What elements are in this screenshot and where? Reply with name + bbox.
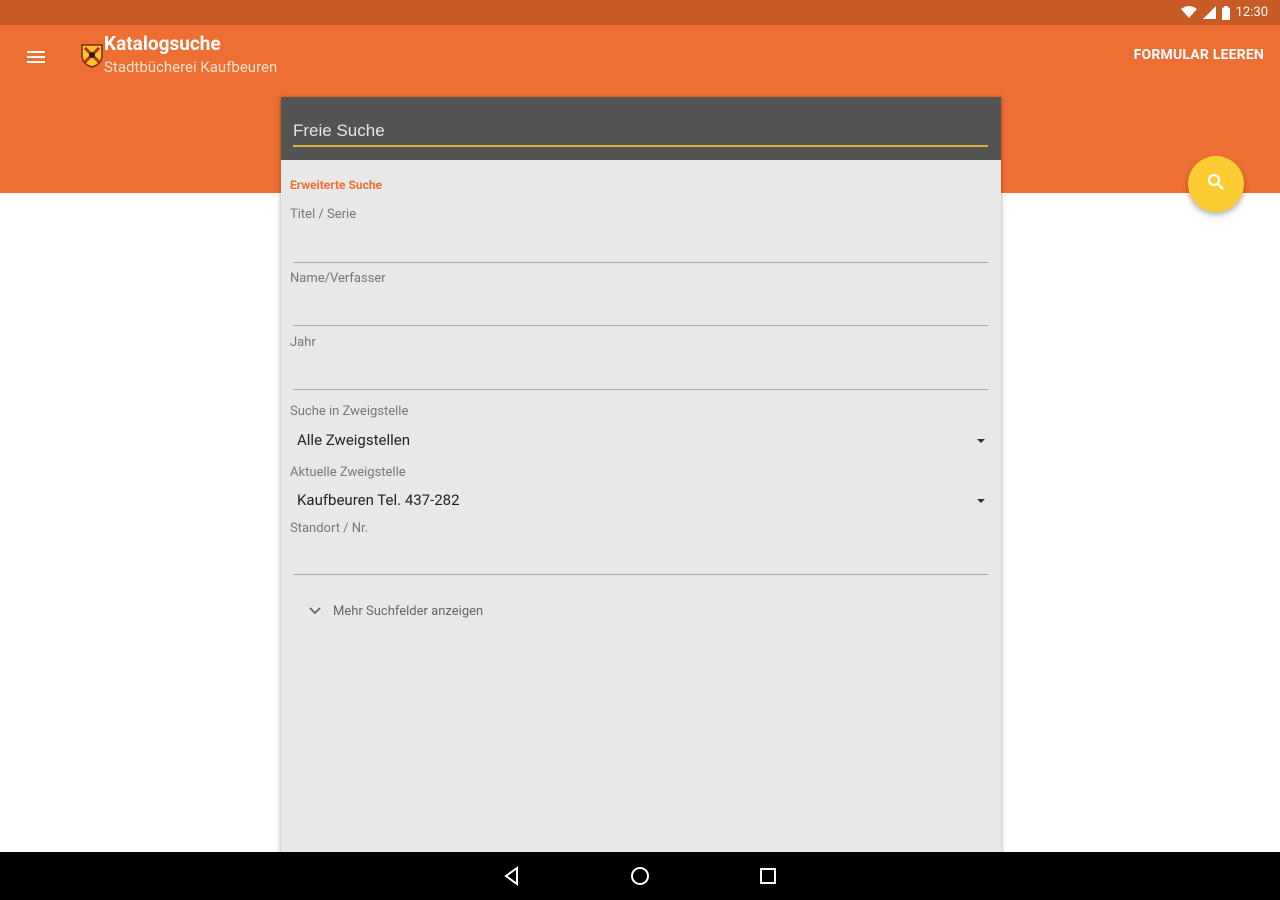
current-branch-select-value: Kaufbeuren Tel. 437-282 [297, 491, 460, 509]
back-icon[interactable] [500, 864, 524, 888]
search-button[interactable] [1188, 156, 1244, 212]
free-search-input[interactable] [293, 117, 988, 147]
title-series-label: Titel / Serie [290, 207, 357, 222]
dropdown-arrow-icon [977, 499, 985, 503]
current-branch-label: Aktuelle Zweigstelle [290, 465, 406, 480]
search-icon [1206, 172, 1226, 196]
battery-icon [1221, 5, 1230, 20]
chevron-down-icon [309, 604, 321, 619]
author-field[interactable] [293, 299, 988, 326]
home-icon[interactable] [628, 864, 652, 888]
app-title: Katalogsuche [104, 32, 221, 55]
cell-signal-icon [1202, 6, 1216, 19]
show-more-fields-button[interactable]: Mehr Suchfelder anzeigen [309, 599, 483, 623]
app-subtitle: Stadtbücherei Kaufbeuren [104, 58, 278, 76]
clear-form-button[interactable]: FORMULAR LEEREN [1134, 47, 1264, 63]
current-branch-select[interactable]: Kaufbeuren Tel. 437-282 [297, 488, 987, 514]
library-logo-icon [80, 42, 104, 68]
branch-select-value: Alle Zweigstellen [297, 431, 410, 449]
status-time: 12:30 [1235, 5, 1268, 20]
year-label: Jahr [290, 335, 316, 350]
dropdown-arrow-icon [977, 439, 985, 443]
branch-label: Suche in Zweigstelle [290, 404, 409, 419]
search-form-card: Erweiterte Suche Titel / Serie Name/Verf… [281, 97, 1001, 857]
location-label: Standort / Nr. [290, 521, 369, 536]
branch-select[interactable]: Alle Zweigstellen [297, 428, 987, 454]
menu-icon[interactable] [24, 45, 50, 69]
location-field[interactable] [293, 548, 988, 575]
title-series-field[interactable] [293, 236, 988, 263]
recents-icon[interactable] [756, 864, 780, 888]
show-more-fields-label: Mehr Suchfelder anzeigen [333, 603, 484, 619]
status-bar: 12:30 [0, 0, 1280, 25]
navigation-bar [0, 852, 1280, 900]
author-label: Name/Verfasser [290, 271, 386, 286]
wifi-icon [1180, 6, 1197, 19]
year-field[interactable] [293, 363, 988, 390]
advanced-search-heading: Erweiterte Suche [290, 178, 383, 192]
free-search-bar [281, 97, 1001, 160]
